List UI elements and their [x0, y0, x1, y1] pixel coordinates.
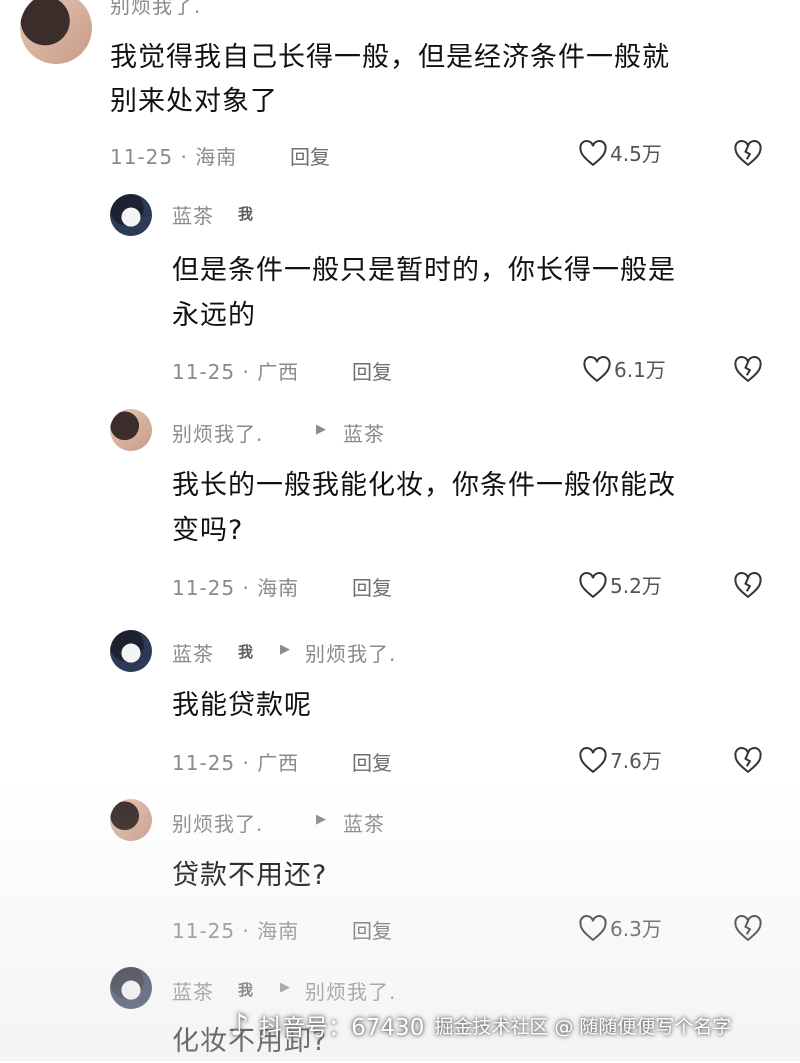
reply-button[interactable]: 回复: [352, 572, 392, 601]
comment-date-location: 11-25 · 海南: [172, 919, 300, 943]
avatar[interactable]: [110, 967, 152, 1009]
reply-arrow-icon: ▶: [280, 642, 290, 657]
reply-to-username[interactable]: 别烦我了.: [305, 638, 396, 667]
comment-username[interactable]: 蓝茶: [172, 200, 214, 229]
like-button[interactable]: 4.5万: [578, 138, 662, 167]
comment-username[interactable]: 蓝茶: [172, 976, 214, 1005]
reply-arrow-icon: ▶: [316, 812, 326, 827]
heart-icon: [583, 355, 611, 382]
tiktok-logo-icon: ♪: [230, 1007, 250, 1043]
broken-heart-icon[interactable]: [733, 746, 763, 774]
heart-icon: [579, 571, 607, 598]
heart-icon: [579, 914, 607, 941]
comment-username[interactable]: 别烦我了.: [110, 0, 201, 19]
me-tag: 我: [238, 205, 254, 223]
watermark-account: 抖音号：67430: [259, 1015, 425, 1041]
comment-text-line: 永远的: [172, 300, 256, 331]
broken-heart-icon[interactable]: [733, 139, 763, 167]
reply-button[interactable]: 回复: [352, 915, 392, 944]
comment-date-location: 11-25 · 海南: [110, 145, 238, 169]
avatar[interactable]: [20, 0, 92, 64]
like-button[interactable]: 6.3万: [578, 913, 662, 942]
avatar[interactable]: [110, 799, 152, 841]
comment-text-line: 我能贷款呢: [172, 690, 312, 721]
reply-to-username[interactable]: 蓝茶: [343, 418, 385, 447]
like-button[interactable]: 5.2万: [578, 570, 662, 599]
comment-text-line: 别来处对象了: [110, 86, 278, 117]
comment-text-line: 但是条件一般只是暂时的，你长得一般是: [172, 255, 676, 286]
like-count: 7.6万: [610, 749, 662, 773]
broken-heart-icon[interactable]: [733, 571, 763, 599]
me-tag: 我: [238, 643, 254, 661]
comment-username[interactable]: 别烦我了.: [172, 808, 263, 837]
comment-username[interactable]: 别烦我了.: [172, 418, 263, 447]
comment-text-line: 变吗?: [172, 515, 244, 546]
comment-date-location: 11-25 · 广西: [172, 751, 300, 775]
like-count: 6.3万: [610, 917, 662, 941]
heart-icon: [579, 139, 607, 166]
reply-to-username[interactable]: 蓝茶: [343, 808, 385, 837]
like-count: 5.2万: [610, 574, 662, 598]
like-button[interactable]: 6.1万: [582, 354, 666, 383]
broken-heart-icon[interactable]: [733, 914, 763, 942]
reply-arrow-icon: ▶: [280, 980, 290, 995]
comment-text-line: 贷款不用还?: [172, 860, 328, 891]
comment-text-line: 我长的一般我能化妆，你条件一般你能改: [172, 470, 676, 501]
reply-button[interactable]: 回复: [352, 747, 392, 776]
comment-text-line: 我觉得我自己长得一般，但是经济条件一般就: [110, 42, 670, 73]
watermark-source: 掘金技术社区 @ 随随便便写个名字: [434, 1015, 732, 1038]
avatar[interactable]: [110, 630, 152, 672]
reply-arrow-icon: ▶: [316, 422, 326, 437]
reply-button[interactable]: 回复: [290, 141, 330, 170]
comment-date-location: 11-25 · 海南: [172, 576, 300, 600]
comment-date-location: 11-25 · 广西: [172, 360, 300, 384]
reply-button[interactable]: 回复: [352, 356, 392, 385]
heart-icon: [579, 746, 607, 773]
broken-heart-icon[interactable]: [733, 355, 763, 383]
like-button[interactable]: 7.6万: [578, 745, 662, 774]
like-count: 6.1万: [614, 358, 666, 382]
watermark: ♪ 抖音号：67430 掘金技术社区 @ 随随便便写个名字: [230, 1000, 800, 1050]
avatar[interactable]: [110, 194, 152, 236]
comment-username[interactable]: 蓝茶: [172, 638, 214, 667]
avatar[interactable]: [110, 409, 152, 451]
me-tag: 我: [238, 981, 254, 999]
like-count: 4.5万: [610, 142, 662, 166]
